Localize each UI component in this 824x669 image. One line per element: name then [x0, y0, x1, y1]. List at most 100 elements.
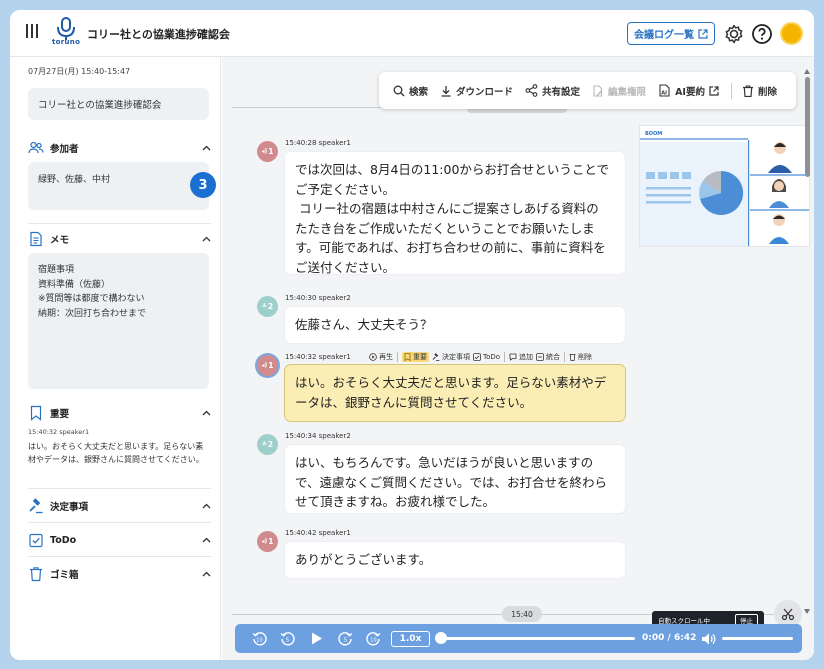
separator — [564, 352, 566, 362]
section-todo[interactable]: ToDo — [28, 531, 211, 549]
speaker-glyph: ≗ — [261, 303, 267, 310]
seek-bar[interactable] — [439, 637, 635, 640]
message-line: で、遠慮なくご質問ください。では、お打合せを終わら — [295, 474, 608, 490]
chevron-up-icon[interactable] — [202, 235, 211, 244]
section-memo[interactable]: メモ — [28, 230, 211, 248]
rewind-10-icon[interactable]: 10 — [251, 630, 268, 647]
memo-textarea[interactable]: 宿題事項 資料準備（佐藤） ※質問等は都度で構わない 納期：次回打ち合わせまで — [28, 253, 209, 389]
time-marker: 15:40 — [502, 606, 542, 622]
user-avatar[interactable] — [780, 22, 803, 45]
important-label: 重要 — [50, 409, 70, 420]
speaker-avatar: ◂) 1 — [257, 141, 278, 162]
message-meta: 15:40:30 speaker2 — [285, 294, 351, 302]
divider — [28, 223, 211, 224]
trash-label: ゴミ箱 — [50, 570, 79, 581]
shared-screen-thumbnail[interactable]: BOOM — [640, 126, 809, 246]
important-label: 重要 — [413, 353, 427, 361]
play-button[interactable]: 再生 — [369, 352, 393, 362]
meeting-log-label: 会議ログ一覧 — [634, 30, 694, 41]
trash-icon — [30, 567, 42, 582]
speaker-glyph: ◂) — [261, 148, 268, 155]
merge-button[interactable]: 統合 — [536, 352, 560, 362]
message-line: はい、もちろんです。急いだほうが良いと思いますの — [295, 455, 594, 470]
speaker-avatar: ≗ 2 — [257, 434, 278, 455]
chevron-up-icon[interactable] — [202, 502, 211, 511]
message-bubble[interactable]: はい、もちろんです。急いだほうが良いと思いますの で、遠慮なくご質問ください。で… — [285, 445, 625, 513]
section-important[interactable]: 重要 — [28, 404, 211, 422]
todo-toggle[interactable]: ToDo — [473, 353, 500, 361]
message-bubble-highlighted[interactable]: はい。おそらく大丈夫だと思います。足らない素材やデ ータは、銀野さんに質問させて… — [285, 365, 625, 421]
delete-label: 削除 — [757, 86, 777, 98]
share-settings-button[interactable]: 共有設定 — [525, 84, 580, 98]
speaker-glyph: ◂) — [261, 538, 268, 545]
important-time: 15:40:32 speaker1 — [28, 428, 90, 436]
download-button[interactable]: ダウンロード — [440, 84, 513, 98]
playback-speed-button[interactable]: 1.0x — [391, 631, 430, 647]
scroll-up-icon[interactable] — [804, 69, 810, 74]
add-comment-icon — [509, 353, 517, 361]
app-window: toruno コリー社との協業進捗確認会 会議ログ一覧 07月27日(月) 15… — [10, 10, 814, 660]
logo-text: toruno — [52, 38, 81, 46]
volume-icon[interactable] — [700, 631, 716, 647]
chevron-up-icon[interactable] — [202, 409, 211, 418]
chevron-up-icon[interactable] — [202, 536, 211, 545]
gear-icon[interactable] — [723, 23, 745, 45]
speaker-number: 2 — [267, 302, 274, 311]
delete-button[interactable]: 削除 — [742, 84, 777, 98]
playback-time: 0:00 / 6:42 — [642, 633, 697, 643]
meeting-log-button[interactable]: 会議ログ一覧 — [627, 22, 715, 45]
decision-label: 決定事項 — [442, 353, 470, 361]
section-decisions[interactable]: 決定事項 — [28, 497, 211, 515]
participants-box: 緑野、佐藤、中村 3 — [28, 162, 216, 210]
message-line: せて頂きますね。お疲れ様でした。 — [295, 494, 496, 509]
merge-icon — [536, 353, 544, 361]
participant-count-badge: 3 — [190, 172, 216, 198]
scroll-down-icon[interactable] — [804, 609, 810, 614]
meeting-title-field[interactable]: コリー社との協業進捗確認会 — [28, 88, 209, 120]
message-bubble[interactable]: では次回は、8月4日の11:00からお打合せということで ご予定ください。 コリ… — [285, 152, 625, 275]
play-icon[interactable] — [308, 630, 325, 647]
delete-message-button[interactable]: 削除 — [569, 352, 592, 362]
rewind-5-icon[interactable]: 5 — [279, 630, 296, 647]
play-label: 再生 — [379, 353, 393, 361]
add-button[interactable]: 追加 — [509, 352, 533, 362]
edit-permission-label: 編集権限 — [608, 86, 647, 98]
gavel-icon — [29, 498, 43, 514]
svg-text:10: 10 — [256, 638, 262, 644]
speaker-avatar: ≗ 2 — [257, 296, 278, 317]
add-label: 追加 — [519, 353, 534, 361]
share-icon — [525, 84, 538, 97]
seek-knob[interactable] — [435, 632, 447, 644]
section-trash[interactable]: ゴミ箱 — [28, 565, 211, 583]
gavel-icon — [432, 353, 440, 361]
ai-summary-button[interactable]: AI AI要約 — [658, 84, 719, 98]
important-item-text[interactable]: はい。おそらく大丈夫だと思います。足らない素材やデータは、銀野さんに質問させてく… — [28, 441, 211, 466]
volume-slider[interactable] — [722, 637, 793, 640]
section-participants[interactable]: 参加者 — [28, 139, 211, 157]
important-toggle[interactable]: 重要 — [402, 352, 429, 362]
scrollbar[interactable] — [804, 69, 811, 629]
message-line: コリー社の宿題は中村さんにご提案さしあげる資料の — [299, 201, 599, 216]
help-icon[interactable] — [751, 23, 773, 45]
chevron-up-icon[interactable] — [202, 144, 211, 153]
search-icon — [393, 85, 405, 96]
menu-icon[interactable] — [26, 24, 38, 38]
edit-document-icon — [593, 84, 603, 97]
scissors-icon — [781, 608, 795, 621]
speaker-number: 2 — [267, 440, 274, 449]
decision-toggle[interactable]: 決定事項 — [432, 352, 470, 362]
search-button[interactable]: 検索 — [393, 84, 428, 98]
forward-10-icon[interactable]: 10 — [365, 630, 382, 647]
delete-label: 削除 — [578, 353, 593, 361]
bookmark-icon — [404, 353, 411, 361]
edit-permission-button[interactable]: 編集権限 — [592, 84, 646, 98]
page-title: コリー社との協業進捗確認会 — [87, 28, 230, 41]
scroll-thumb[interactable] — [805, 77, 810, 177]
message-actions: 再生 重要 決定事項 ToDo 追加 統合 削除 — [369, 352, 592, 362]
message-bubble[interactable]: 佐藤さん、大丈夫そう？ — [285, 307, 625, 343]
memo-line: ※質問等は都度で構わない — [38, 294, 145, 304]
forward-5-icon[interactable]: 5 — [337, 630, 354, 647]
message-bubble[interactable]: ありがとうございます。 — [285, 542, 625, 578]
message-line: では次回は、8月4日の11:00からお打合せということで — [295, 162, 610, 177]
chevron-up-icon[interactable] — [202, 570, 211, 579]
